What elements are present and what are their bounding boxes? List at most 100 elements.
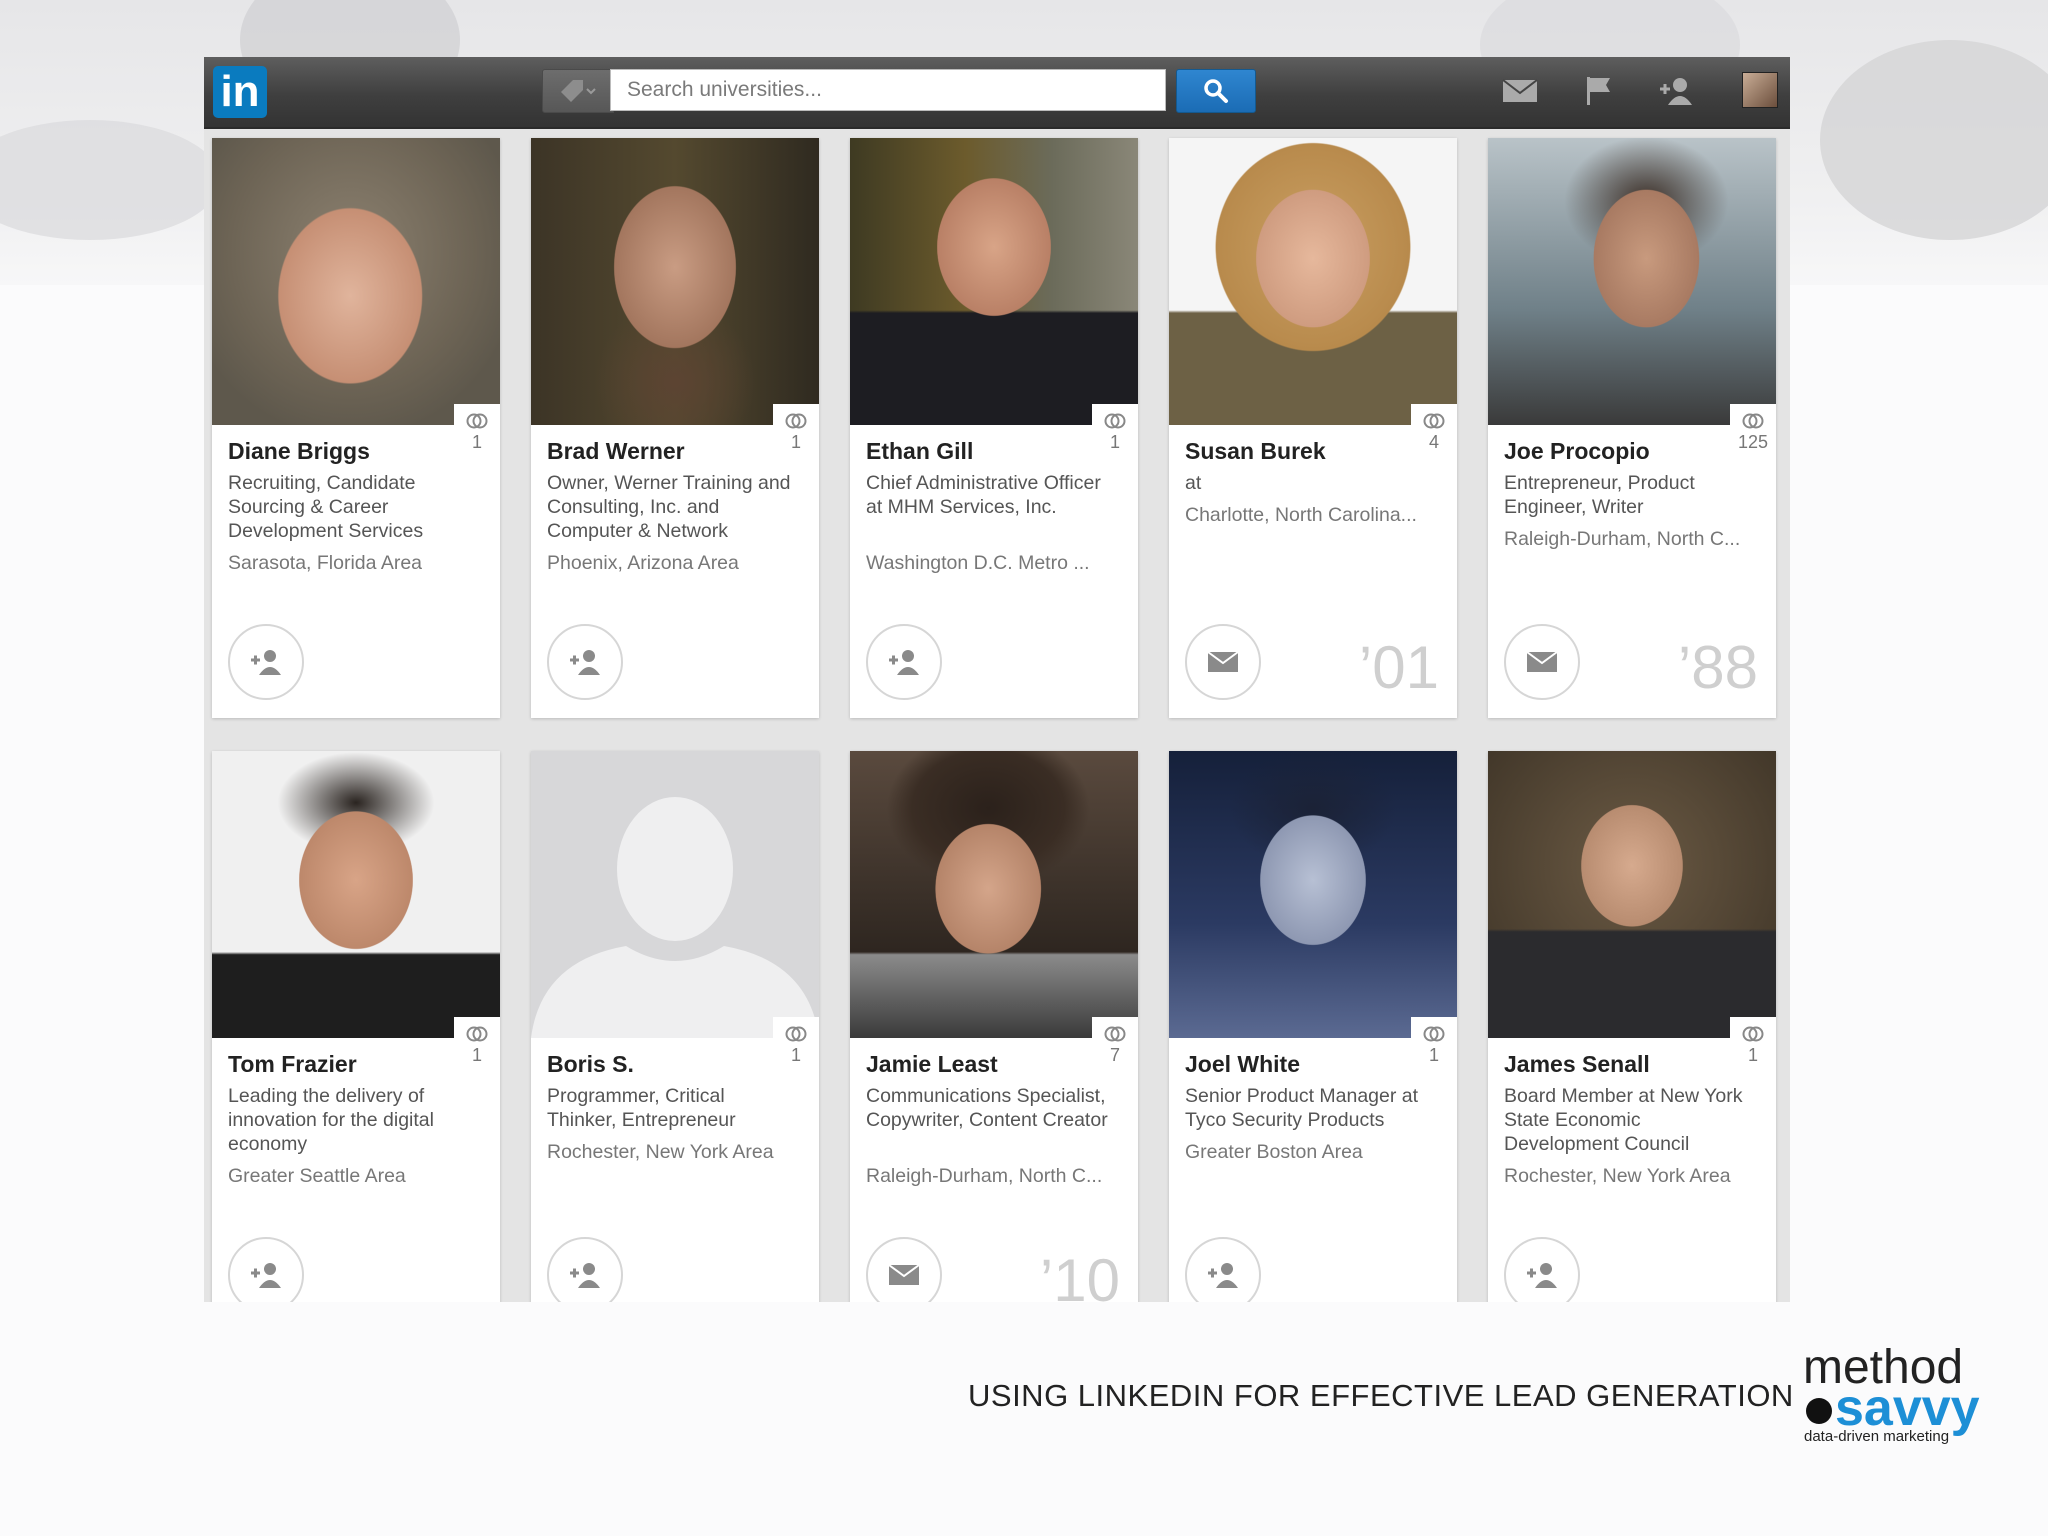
shared-connections-count: 1 [1428, 1045, 1439, 1065]
profile-headline: Senior Product Manager at Tyco Security … [1185, 1085, 1419, 1131]
search-input[interactable] [610, 69, 1166, 111]
profile-headline: Programmer, Critical Thinker, Entreprene… [547, 1085, 736, 1131]
linkedin-screenshot: in Search universities... 1 Diane Briggs… [204, 57, 1790, 1302]
profile-headline: Owner, Werner Training and Consulting, I… [547, 472, 791, 542]
profile-name[interactable]: Susan Burek [1185, 438, 1425, 465]
connect-button[interactable] [228, 624, 304, 700]
shared-connections-icon [785, 1026, 807, 1042]
shared-connections-icon [1742, 1026, 1764, 1042]
profile-headline: at [1185, 472, 1202, 494]
profile-card[interactable]: 1 Diane Briggs Recruiting, Candidate Sou… [212, 138, 500, 718]
profile-location: Rochester, New York Area [547, 1141, 774, 1163]
profile-card[interactable]: 125 Joe Procopio Entrepreneur, Product E… [1488, 138, 1776, 718]
add-connection-icon [570, 650, 600, 675]
profile-card[interactable]: 1 Ethan Gill Chief Administrative Office… [850, 138, 1138, 718]
shared-connections-count: 1 [471, 432, 482, 452]
profile-name[interactable]: Joe Procopio [1504, 438, 1744, 465]
add-connection-icon[interactable] [1656, 75, 1696, 107]
connect-button[interactable] [1185, 1237, 1261, 1302]
shared-connections-count: 1 [471, 1045, 482, 1065]
flag-icon[interactable] [1584, 75, 1614, 107]
search-scope-dropdown[interactable] [542, 69, 614, 113]
profile-photo [531, 751, 819, 1038]
brand-word-savvy: savvy [1835, 1379, 1980, 1437]
profile-card[interactable]: 4 Susan Burek at Charlotte, North Caroli… [1169, 138, 1457, 718]
profile-name[interactable]: Brad Werner [547, 438, 787, 465]
slide-caption: USING LINKEDIN FOR EFFECTIVE LEAD GENERA… [968, 1378, 1794, 1413]
profile-location: Phoenix, Arizona Area [547, 552, 739, 574]
profile-name[interactable]: Ethan Gill [866, 438, 1106, 465]
add-connection-icon [1527, 1263, 1557, 1288]
user-avatar[interactable] [1742, 72, 1778, 108]
add-connection-icon [251, 1263, 281, 1288]
profile-name[interactable]: Jamie Least [866, 1051, 1106, 1078]
profile-headline: Leading the delivery of innovation for t… [228, 1085, 434, 1155]
profile-location: Greater Seattle Area [228, 1165, 406, 1187]
profile-name[interactable]: Joel White [1185, 1051, 1425, 1078]
connect-button[interactable] [547, 1237, 623, 1302]
profile-location: Rochester, New York Area [1504, 1165, 1731, 1187]
message-button[interactable] [1504, 624, 1580, 700]
mail-icon[interactable] [1502, 78, 1538, 104]
profile-headline: Recruiting, Candidate Sourcing & Career … [228, 472, 424, 542]
profile-photo [212, 751, 500, 1038]
message-button[interactable] [866, 1237, 942, 1302]
profile-location: Sarasota, Florida Area [228, 552, 423, 574]
shared-connections-count: 1 [790, 432, 801, 452]
shared-connections-icon [1423, 1026, 1445, 1042]
search-button[interactable] [1176, 69, 1256, 113]
profile-photo [850, 751, 1138, 1038]
profile-location: Charlotte, North Carolina... [1185, 504, 1417, 526]
add-connection-icon [570, 1263, 600, 1288]
shared-connections-icon [1104, 413, 1126, 429]
shared-connections-icon [466, 1026, 488, 1042]
connect-button[interactable] [1504, 1237, 1580, 1302]
shared-connections-count: 1 [1747, 1045, 1758, 1065]
profile-location: Washington D.C. Metro ... [866, 552, 1090, 574]
shared-connections-count: 1 [1109, 432, 1120, 452]
profile-photo [850, 138, 1138, 425]
connect-button[interactable] [228, 1237, 304, 1302]
brand-tagline: data-driven marketing [1804, 1428, 1950, 1445]
connect-button[interactable] [866, 624, 942, 700]
profile-location: Raleigh-Durham, North C... [1504, 528, 1741, 550]
profile-card[interactable]: 1 James Senall Board Member at New York … [1488, 751, 1776, 1302]
profile-card[interactable]: 1 Boris S. Programmer, Critical Thinker,… [531, 751, 819, 1302]
shared-connections-icon [1742, 413, 1764, 429]
shared-connections-icon [1423, 413, 1445, 429]
profile-photo [531, 138, 819, 425]
profile-name[interactable]: Tom Frazier [228, 1051, 468, 1078]
profile-name[interactable]: Boris S. [547, 1051, 787, 1078]
add-connection-icon [251, 650, 281, 675]
shared-connections-icon [785, 413, 807, 429]
mail-icon [1526, 651, 1558, 672]
connect-button[interactable] [547, 624, 623, 700]
profile-headline: Entrepreneur, Product Engineer, Writer [1504, 472, 1695, 518]
top-navigation-bar: in [204, 57, 1790, 129]
profile-photo [1488, 751, 1776, 1038]
shared-connections-count: 1 [790, 1045, 801, 1065]
shared-connections-icon [1104, 1026, 1126, 1042]
brand-dot [1806, 1398, 1832, 1424]
profile-photo [1169, 751, 1457, 1038]
search-icon [1204, 79, 1228, 103]
profile-name[interactable]: Diane Briggs [228, 438, 468, 465]
mail-icon [1207, 651, 1239, 672]
profile-card[interactable]: 7 Jamie Least Communications Specialist,… [850, 751, 1138, 1302]
add-connection-icon [1208, 1263, 1238, 1288]
profile-card[interactable]: 1 Brad Werner Owner, Werner Training and… [531, 138, 819, 718]
tag-icon [561, 80, 596, 102]
profile-card[interactable]: 1 Joel White Senior Product Manager at T… [1169, 751, 1457, 1302]
profile-photo [1169, 138, 1457, 425]
mail-icon [888, 1264, 920, 1285]
graduation-year: ’10 [1039, 1247, 1120, 1303]
profile-headline: Chief Administrative Officer at MHM Serv… [866, 472, 1101, 518]
profile-name[interactable]: James Senall [1504, 1051, 1744, 1078]
linkedin-logo[interactable]: in [213, 66, 267, 118]
shared-connections-count: 7 [1109, 1045, 1120, 1065]
profile-headline: Communications Specialist, Copywriter, C… [866, 1085, 1108, 1131]
profile-location: Raleigh-Durham, North C... [866, 1165, 1103, 1187]
shared-connections-icon [466, 413, 488, 429]
profile-card[interactable]: 1 Tom Frazier Leading the delivery of in… [212, 751, 500, 1302]
message-button[interactable] [1185, 624, 1261, 700]
